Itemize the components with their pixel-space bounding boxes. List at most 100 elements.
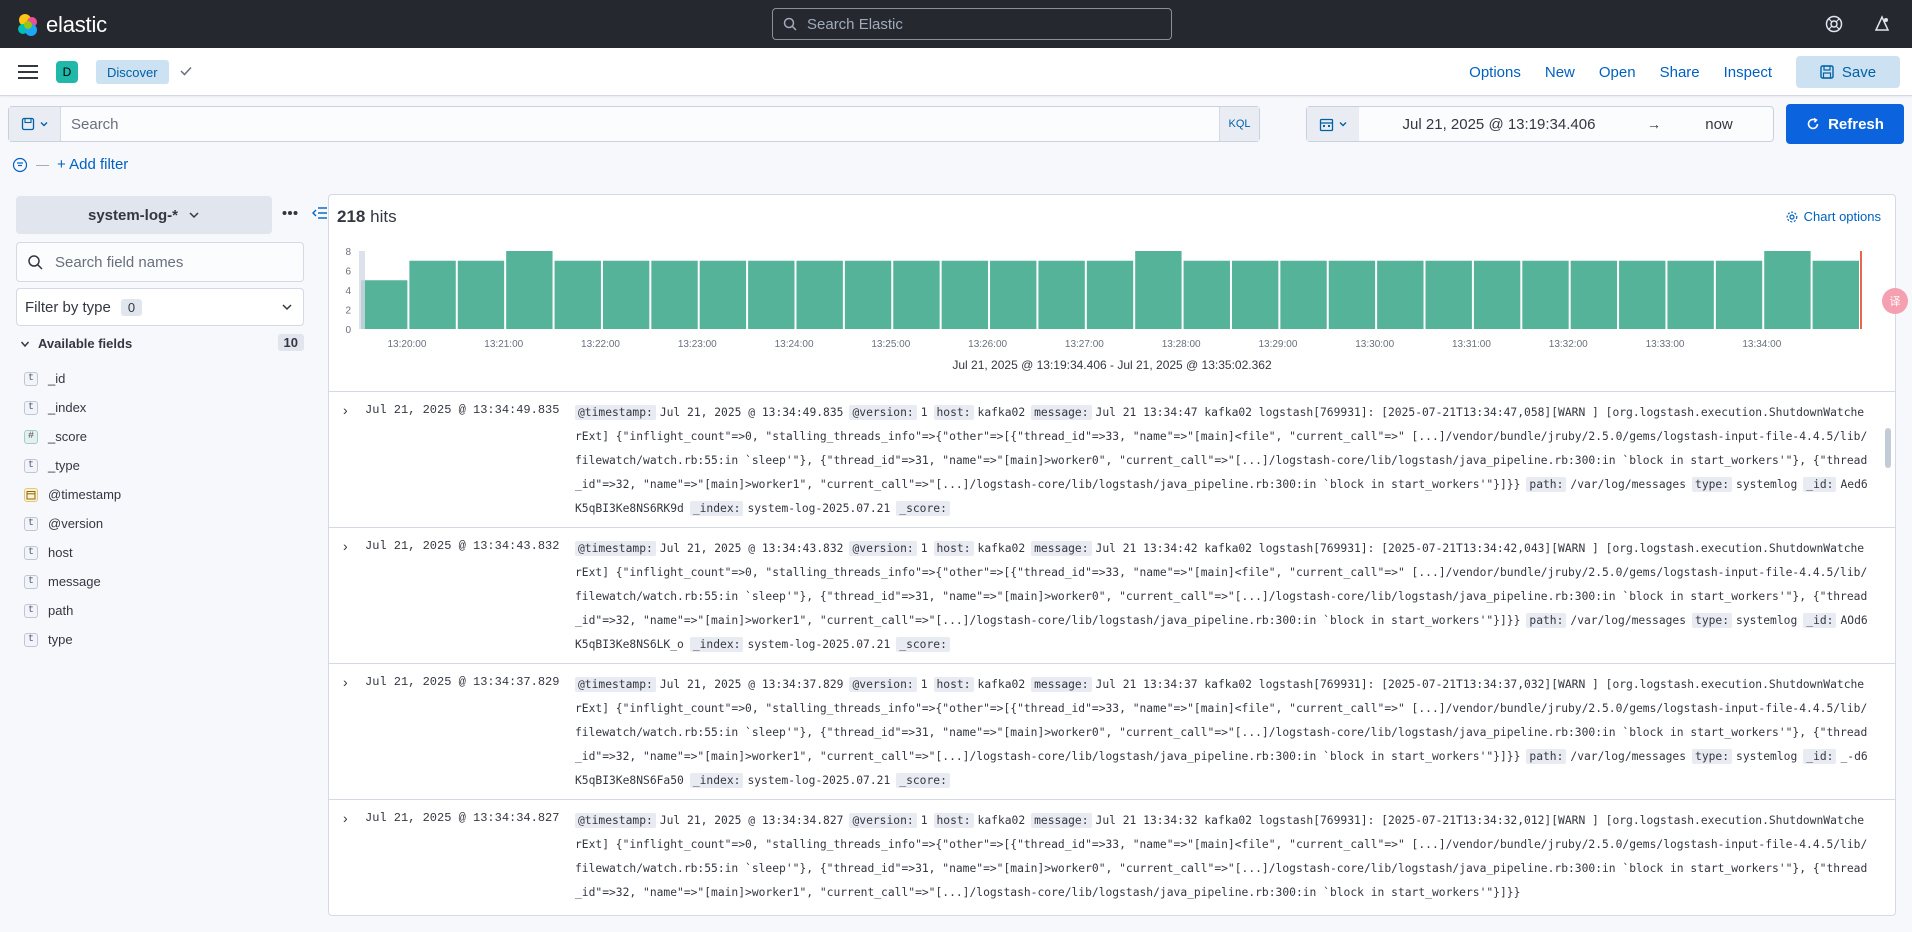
histogram-bar[interactable] [941,260,989,329]
document-source: @timestamp: Jul 21, 2025 @ 13:34:34.827 @v… [575,809,1869,905]
histogram-bar[interactable] [1570,260,1618,329]
histogram-bar[interactable] [1086,260,1134,329]
available-fields-header[interactable]: Available fields 10 [20,334,304,351]
histogram-bar[interactable] [893,260,940,329]
field-key: @version: [849,813,917,828]
field-item-score[interactable]: # _score [24,422,121,451]
histogram-bar[interactable] [1473,260,1521,329]
save-button[interactable]: Save [1796,56,1900,88]
field-item-host[interactable]: t host [24,538,121,567]
new-link[interactable]: New [1545,64,1575,81]
field-item-version[interactable]: t @version [24,509,121,538]
end-date[interactable]: now [1669,116,1769,133]
histogram-bar[interactable] [361,280,408,329]
y-tick-label: 4 [345,286,351,297]
expand-row-icon[interactable]: › [343,674,348,690]
filter-menu-icon[interactable] [12,157,28,173]
histogram-bar[interactable] [1328,260,1376,329]
histogram-chart[interactable]: 0 2 4 6 8 13:20:00 13:21:00 13:22:00 13:23:00 13:… [329,237,1895,389]
document-row[interactable]: › Jul 21, 2025 @ 13:34:34.827 @timestamp: J… [329,800,1895,915]
field-search-input[interactable]: Search field names [16,242,304,282]
histogram-bar[interactable] [602,260,650,329]
histogram-bar[interactable] [1715,260,1763,329]
histogram-bar[interactable] [699,260,747,329]
translate-icon[interactable]: 译 [1882,288,1908,314]
refresh-button[interactable]: Refresh [1786,104,1904,144]
x-tick-label: 13:33:00 [1646,339,1685,350]
filter-by-type-button[interactable]: Filter by type 0 [16,288,304,326]
field-item-timestamp[interactable]: @timestamp [24,480,121,509]
options-link[interactable]: Options [1469,64,1521,81]
y-tick-label: 0 [345,325,351,336]
histogram-bar[interactable] [796,260,843,329]
histogram-bar[interactable] [409,260,456,329]
space-avatar[interactable]: D [56,61,78,83]
field-item-type[interactable]: t _type [24,451,121,480]
y-tick-label: 8 [345,247,351,258]
quick-menu-button[interactable] [1307,107,1359,141]
x-tick-label: 13:29:00 [1258,339,1297,350]
histogram-bar[interactable] [748,260,795,329]
histogram-bar[interactable] [1522,260,1569,329]
histogram-bar[interactable] [1280,260,1327,329]
document-timestamp: Jul 21, 2025 @ 13:34:43.832 [365,539,560,553]
refresh-icon [1807,117,1819,130]
field-item-id[interactable]: t _id [24,364,121,393]
start-date[interactable]: Jul 21, 2025 @ 13:19:34.406 [1359,116,1639,133]
histogram-bar[interactable] [1812,260,1859,329]
field-key: message: [1031,405,1092,420]
histogram-bar[interactable] [1183,260,1230,329]
more-options-icon[interactable] [282,210,298,216]
add-filter-button[interactable]: + Add filter [57,156,128,173]
share-link[interactable]: Share [1660,64,1700,81]
newsfeed-icon[interactable] [1872,14,1892,34]
index-pattern-selector[interactable]: system-log-* [16,196,272,234]
field-name: type [48,632,73,647]
refresh-label: Refresh [1828,115,1884,133]
document-row[interactable]: › Jul 21, 2025 @ 13:34:49.835 @timestamp: J… [329,392,1895,528]
histogram-bar[interactable] [1619,260,1666,329]
histogram-bar[interactable] [651,260,698,329]
elastic-logo[interactable]: elastic [16,12,107,38]
save-icon [1820,65,1834,79]
inspect-link[interactable]: Inspect [1724,64,1772,81]
chevron-down-icon [189,212,199,219]
histogram-bar[interactable] [1425,260,1472,329]
histogram-bar[interactable] [457,260,505,329]
saved-query-button[interactable] [9,107,61,141]
expand-row-icon[interactable]: › [343,810,348,826]
help-icon[interactable] [1824,14,1844,34]
histogram-bar[interactable] [554,260,601,329]
hamburger-menu-icon[interactable] [18,63,38,81]
histogram-bar[interactable] [1764,251,1811,329]
global-search-input[interactable]: Search Elastic [772,8,1172,40]
chart-options-button[interactable]: Chart options [1786,209,1881,224]
field-item-message[interactable]: t message [24,567,121,596]
histogram-bar[interactable] [1135,251,1182,329]
document-row[interactable]: › Jul 21, 2025 @ 13:34:43.832 @timestamp: J… [329,528,1895,664]
histogram-bar[interactable] [1667,260,1714,329]
open-link[interactable]: Open [1599,64,1636,81]
field-item-type[interactable]: t type [24,625,121,654]
field-key: _id: [1803,477,1837,492]
expand-row-icon[interactable]: › [343,538,348,554]
histogram-bar[interactable] [1038,260,1085,329]
collapse-sidebar-icon[interactable] [312,206,328,220]
breadcrumb-discover[interactable]: Discover [96,60,169,84]
query-input[interactable]: Search [61,107,1219,141]
document-row[interactable]: › Jul 21, 2025 @ 13:34:37.829 @timestamp: J… [329,664,1895,800]
field-key: _index: [689,637,744,652]
histogram-bar[interactable] [844,260,892,329]
save-label: Save [1841,63,1877,81]
field-type-token-icon: t [24,632,38,647]
expand-row-icon[interactable]: › [343,402,348,418]
field-type-token-icon: # [24,429,38,444]
kql-toggle[interactable]: KQL [1219,107,1259,141]
field-item-path[interactable]: t path [24,596,121,625]
field-item-index[interactable]: t _index [24,393,121,422]
filter-bar: — + Add filter [12,156,128,173]
histogram-bar[interactable] [990,260,1037,329]
histogram-bar[interactable] [1231,260,1279,329]
histogram-bar[interactable] [506,251,553,329]
histogram-bar[interactable] [1377,260,1424,329]
